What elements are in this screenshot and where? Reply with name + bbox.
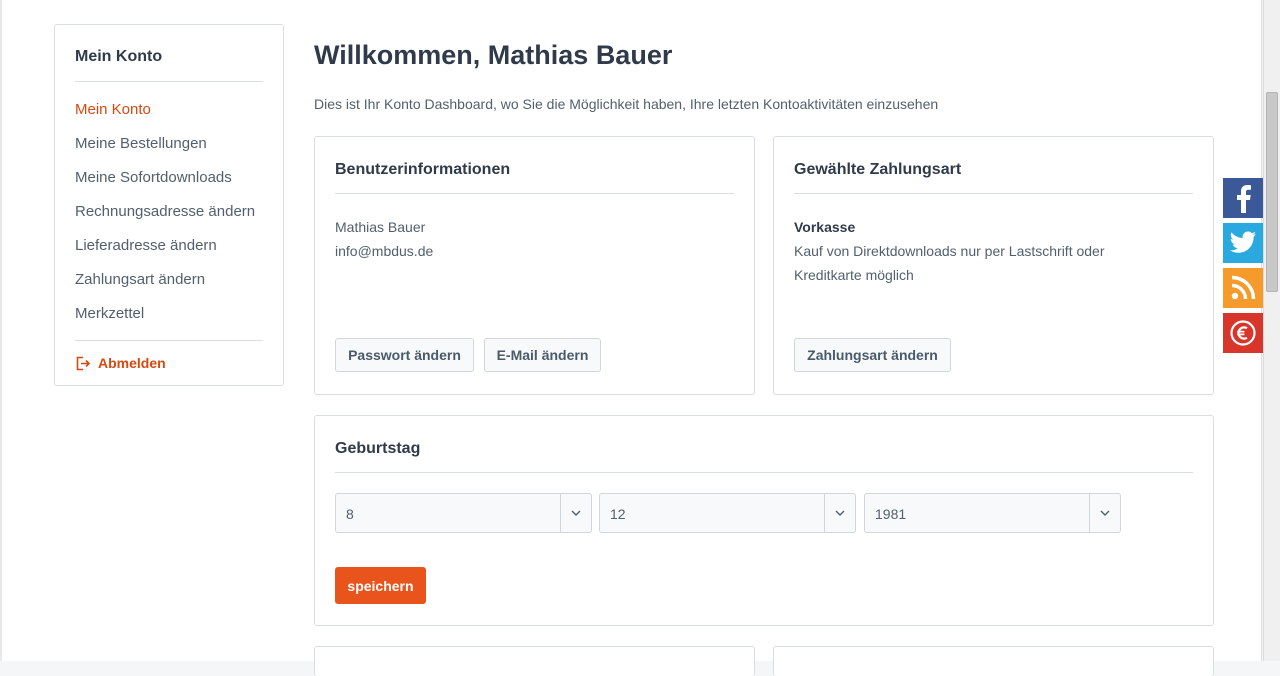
panel-title: Gewählte Zahlungsart (794, 161, 962, 178)
next-panel (314, 646, 755, 676)
payment-note: Kauf von Direktdownloads nur per Lastsch… (794, 243, 1105, 259)
account-sidebar: Mein Konto Mein Konto Meine Bestellungen… (54, 24, 284, 386)
euro-currency-button[interactable] (1223, 313, 1263, 353)
panel-divider (335, 193, 734, 194)
birthday-panel: Geburtstag 8 12 1981 speichern (314, 415, 1214, 626)
chevron-down-icon (1089, 494, 1120, 532)
save-birthday-button[interactable]: speichern (335, 567, 426, 604)
birthday-day-select[interactable]: 8 (335, 493, 592, 533)
facebook-icon (1237, 185, 1251, 213)
sidebar-item-lieferadresse[interactable]: Lieferadresse ändern (75, 237, 217, 254)
change-email-button[interactable]: E-Mail ändern (484, 338, 601, 372)
twitter-share-button[interactable] (1223, 223, 1263, 263)
logout-label: Abmelden (98, 355, 166, 371)
sidebar-divider (75, 81, 263, 82)
panel-divider (794, 193, 1193, 194)
sidebar-title: Mein Konto (75, 48, 163, 65)
sidebar-item-merkzettel[interactable]: Merkzettel (75, 305, 144, 322)
next-panel (773, 646, 1214, 676)
birthday-month-select[interactable]: 12 (599, 493, 856, 533)
chevron-down-icon (560, 494, 591, 532)
birthday-year-select[interactable]: 1981 (864, 493, 1121, 533)
select-value: 8 (346, 506, 354, 522)
sidebar-item-mein-konto[interactable]: Mein Konto (75, 101, 151, 118)
page-title: Willkommen, Mathias Bauer (314, 40, 673, 70)
logout-icon (76, 356, 90, 370)
page: Mein Konto Mein Konto Meine Bestellungen… (0, 0, 1262, 676)
rss-icon (1231, 275, 1256, 300)
user-name: Mathias Bauer (335, 219, 426, 235)
chevron-down-icon (824, 494, 855, 532)
change-password-button[interactable]: Passwort ändern (335, 338, 474, 372)
panel-divider (335, 472, 1193, 473)
euro-icon (1230, 320, 1256, 346)
payment-panel: Gewählte Zahlungsart Vorkasse Kauf von D… (773, 136, 1214, 395)
sidebar-divider (75, 340, 263, 341)
user-email: info@mbdus.de (335, 243, 434, 259)
payment-method: Vorkasse (794, 219, 856, 235)
page-intro: Dies ist Ihr Konto Dashboard, wo Sie die… (314, 96, 939, 112)
select-value: 12 (610, 506, 626, 522)
rss-feed-button[interactable] (1223, 268, 1263, 308)
panel-title: Benutzerinformationen (335, 161, 511, 178)
logout-link[interactable]: Abmelden (75, 355, 166, 371)
facebook-share-button[interactable] (1223, 178, 1263, 218)
sidebar-item-sofortdownloads[interactable]: Meine Sofortdownloads (75, 169, 232, 186)
user-info-panel: Benutzerinformationen Mathias Bauer info… (314, 136, 755, 395)
sidebar-item-rechnungsadresse[interactable]: Rechnungsadresse ändern (75, 203, 255, 220)
change-payment-button[interactable]: Zahlungsart ändern (794, 338, 951, 372)
page-scrollbar[interactable] (1263, 0, 1280, 661)
sidebar-item-bestellungen[interactable]: Meine Bestellungen (75, 135, 207, 152)
sidebar-item-zahlungsart[interactable]: Zahlungsart ändern (75, 271, 205, 288)
twitter-icon (1230, 231, 1256, 253)
panel-title: Geburtstag (335, 440, 421, 457)
payment-note: Kreditkarte möglich (794, 267, 914, 283)
scrollbar-thumb[interactable] (1266, 92, 1278, 292)
select-value: 1981 (875, 506, 907, 522)
